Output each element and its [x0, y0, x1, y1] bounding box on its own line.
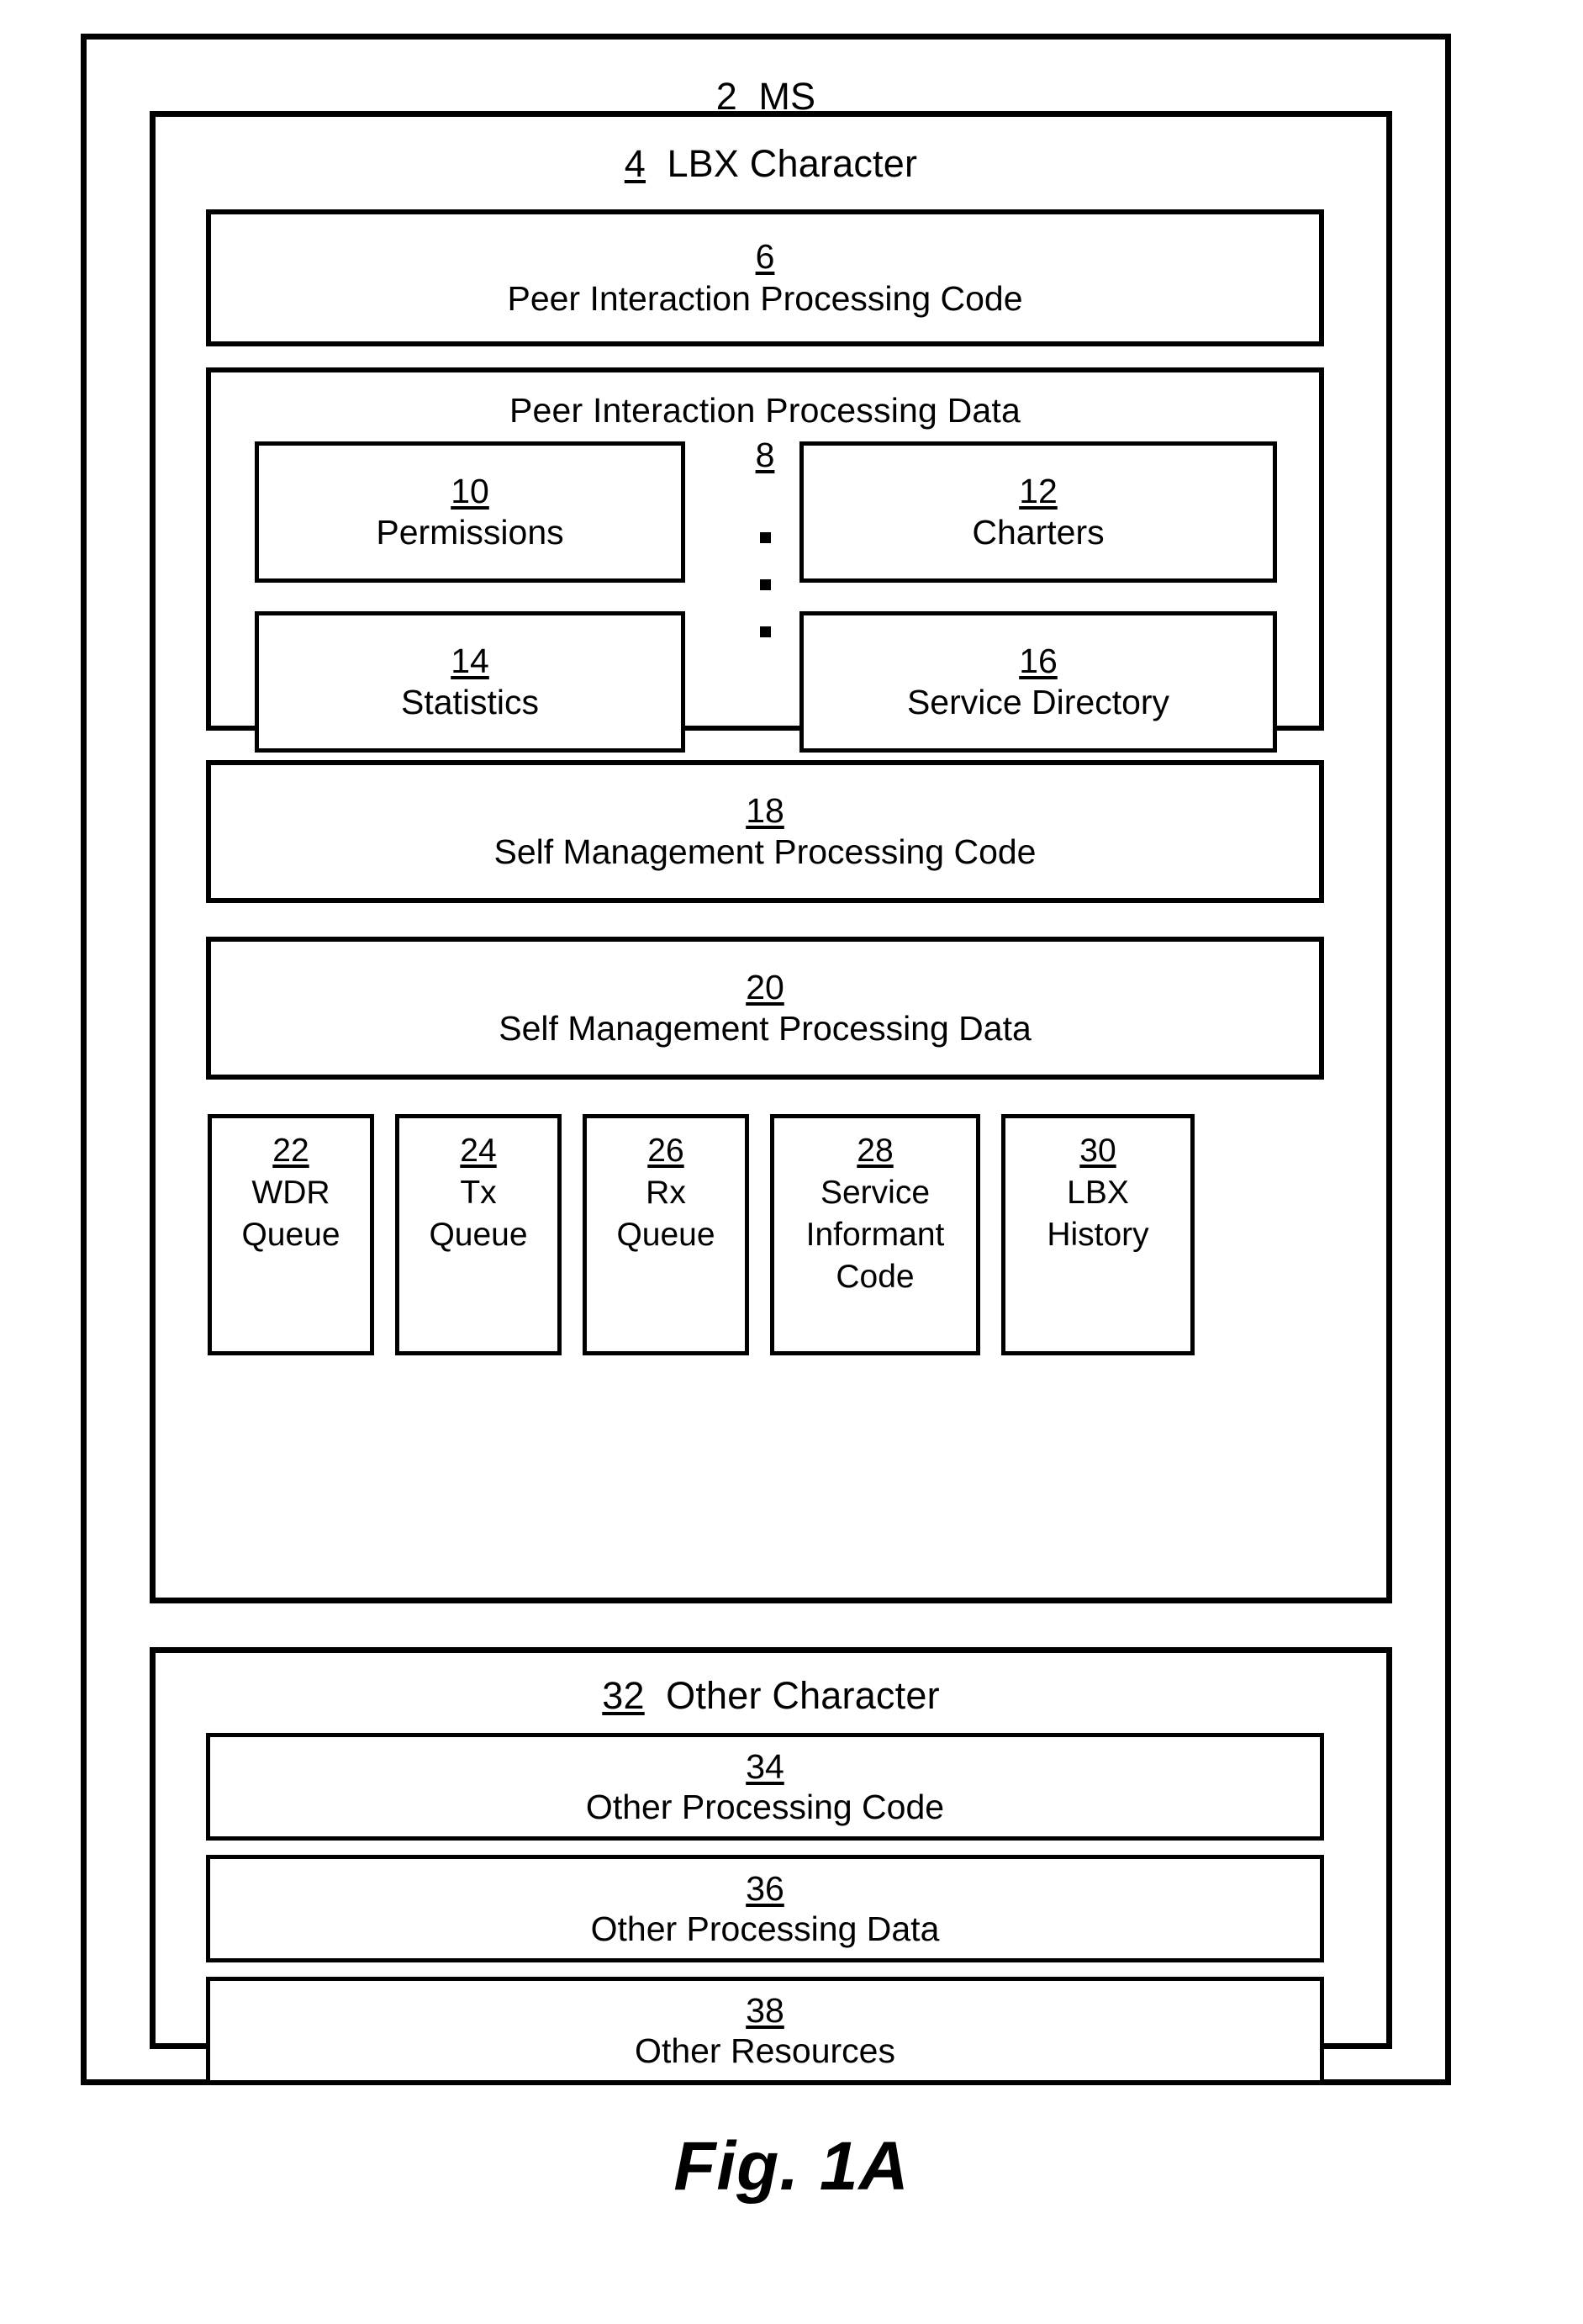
self-management-processing-code-box: 18 Self Management Processing Code — [206, 760, 1324, 903]
lbx-history-text: 30 LBX History — [1005, 1130, 1190, 1256]
peer-interaction-processing-data-label: Peer Interaction Processing Data — [509, 391, 1021, 430]
other-resources-box: 38 Other Resources — [206, 1977, 1324, 2084]
service-informant-code-text: 28 Service Informant Code — [774, 1130, 976, 1298]
other-resources-ref: 38 — [746, 1990, 784, 2030]
lbx-character-title: 4 LBX Character — [156, 142, 1386, 186]
tx-queue-box: 24 Tx Queue — [395, 1114, 562, 1355]
peer-interaction-processing-data-box: Peer Interaction Processing Data 8 10 Pe… — [206, 367, 1324, 753]
permissions-label: Permissions — [376, 513, 564, 552]
lbx-history-box: 30 LBX History — [1001, 1114, 1195, 1355]
service-informant-code-line1: Service — [820, 1174, 931, 1211]
peer-interaction-processing-code-label: Peer Interaction Processing Code — [507, 278, 1023, 318]
permissions-box: 10 Permissions — [255, 441, 685, 583]
ellipsis-dot — [759, 579, 771, 590]
other-resources-label: Other Resources — [635, 2031, 895, 2070]
wdr-queue-text: 22 WDR Queue — [212, 1130, 370, 1256]
service-directory-ref: 16 — [1019, 641, 1058, 680]
lbx-history-line2: History — [1047, 1216, 1149, 1253]
charters-ref: 12 — [1019, 471, 1058, 510]
service-directory-label: Service Directory — [906, 683, 1170, 721]
ms-container: 2 MS 4 LBX Character 6 Peer Interaction … — [81, 34, 1451, 2085]
permissions-text: 10 Permissions — [259, 471, 681, 553]
service-directory-box: 16 Service Directory — [799, 611, 1277, 753]
wdr-queue-line2: Queue — [241, 1216, 340, 1253]
wdr-queue-box: 22 WDR Queue — [208, 1114, 374, 1355]
charters-text: 12 Charters — [804, 471, 1273, 553]
other-processing-code-box: 34 Other Processing Code — [206, 1733, 1324, 1841]
other-character-title: 32 Other Character — [156, 1674, 1386, 1718]
other-resources-text: 38 Other Resources — [210, 1990, 1320, 2072]
self-management-processing-data-ref: 20 — [746, 967, 784, 1006]
wdr-queue-ref: 22 — [272, 1133, 309, 1169]
other-processing-code-ref: 34 — [746, 1746, 784, 1786]
lbx-character-container: 4 LBX Character 6 Peer Interaction Proce… — [150, 111, 1392, 1603]
service-informant-code-ref: 28 — [857, 1133, 894, 1169]
self-management-processing-code-label: Self Management Processing Code — [493, 832, 1037, 871]
other-processing-data-box: 36 Other Processing Data — [206, 1855, 1324, 1962]
rx-queue-ref: 26 — [647, 1133, 684, 1169]
service-informant-code-box: 28 Service Informant Code — [770, 1114, 980, 1355]
service-directory-text: 16 Service Directory — [804, 641, 1273, 723]
self-management-processing-code-ref: 18 — [746, 790, 784, 830]
self-management-processing-code-text: 18 Self Management Processing Code — [211, 790, 1319, 873]
other-processing-code-text: 34 Other Processing Code — [210, 1746, 1320, 1828]
lbx-history-ref: 30 — [1079, 1133, 1116, 1169]
permissions-ref: 10 — [451, 471, 489, 510]
self-management-processing-data-label: Self Management Processing Data — [499, 1009, 1032, 1048]
rx-queue-box: 26 Rx Queue — [583, 1114, 749, 1355]
ellipsis-dot — [759, 626, 771, 637]
ellipsis-dot — [759, 532, 771, 543]
rx-queue-line2: Queue — [616, 1216, 715, 1253]
wdr-queue-line1: WDR — [251, 1174, 330, 1211]
other-character-label: Other Character — [666, 1674, 940, 1717]
peer-interaction-processing-code-box: 6 Peer Interaction Processing Code — [206, 209, 1324, 346]
charters-box: 12 Charters — [799, 441, 1277, 583]
rx-queue-line1: Rx — [646, 1174, 686, 1211]
lbx-history-line1: LBX — [1067, 1174, 1129, 1211]
statistics-label: Statistics — [400, 683, 540, 721]
peer-interaction-processing-code-ref: 6 — [755, 237, 775, 277]
tx-queue-ref: 24 — [460, 1133, 497, 1169]
service-informant-code-line2: Informant — [805, 1216, 945, 1253]
rx-queue-text: 26 Rx Queue — [587, 1130, 745, 1256]
statistics-text: 14 Statistics — [259, 641, 681, 723]
self-management-processing-data-text: 20 Self Management Processing Data — [211, 967, 1319, 1049]
peer-interaction-processing-data-ref: 8 — [755, 436, 775, 474]
tx-queue-text: 24 Tx Queue — [399, 1130, 557, 1256]
patent-figure-page: 2 MS 4 LBX Character 6 Peer Interaction … — [0, 0, 1583, 2324]
lbx-character-label: LBX Character — [667, 142, 918, 185]
other-processing-data-label: Other Processing Data — [590, 1909, 940, 1948]
statistics-box: 14 Statistics — [255, 611, 685, 753]
statistics-ref: 14 — [451, 641, 489, 680]
peer-interaction-processing-code-text: 6 Peer Interaction Processing Code — [211, 236, 1319, 319]
self-management-processing-data-box: 20 Self Management Processing Data — [206, 937, 1324, 1080]
tx-queue-line1: Tx — [460, 1174, 497, 1211]
lbx-character-ref: 4 — [624, 142, 646, 185]
other-processing-data-ref: 36 — [746, 1868, 784, 1908]
other-processing-data-text: 36 Other Processing Data — [210, 1868, 1320, 1950]
other-processing-code-label: Other Processing Code — [585, 1788, 945, 1826]
service-informant-code-line3: Code — [836, 1258, 915, 1295]
tx-queue-line2: Queue — [429, 1216, 528, 1253]
charters-label: Charters — [972, 513, 1105, 552]
other-character-container: 32 Other Character 34 Other Processing C… — [150, 1647, 1392, 2084]
figure-caption: Fig. 1A — [673, 2128, 910, 2205]
other-character-ref: 32 — [602, 1674, 645, 1717]
